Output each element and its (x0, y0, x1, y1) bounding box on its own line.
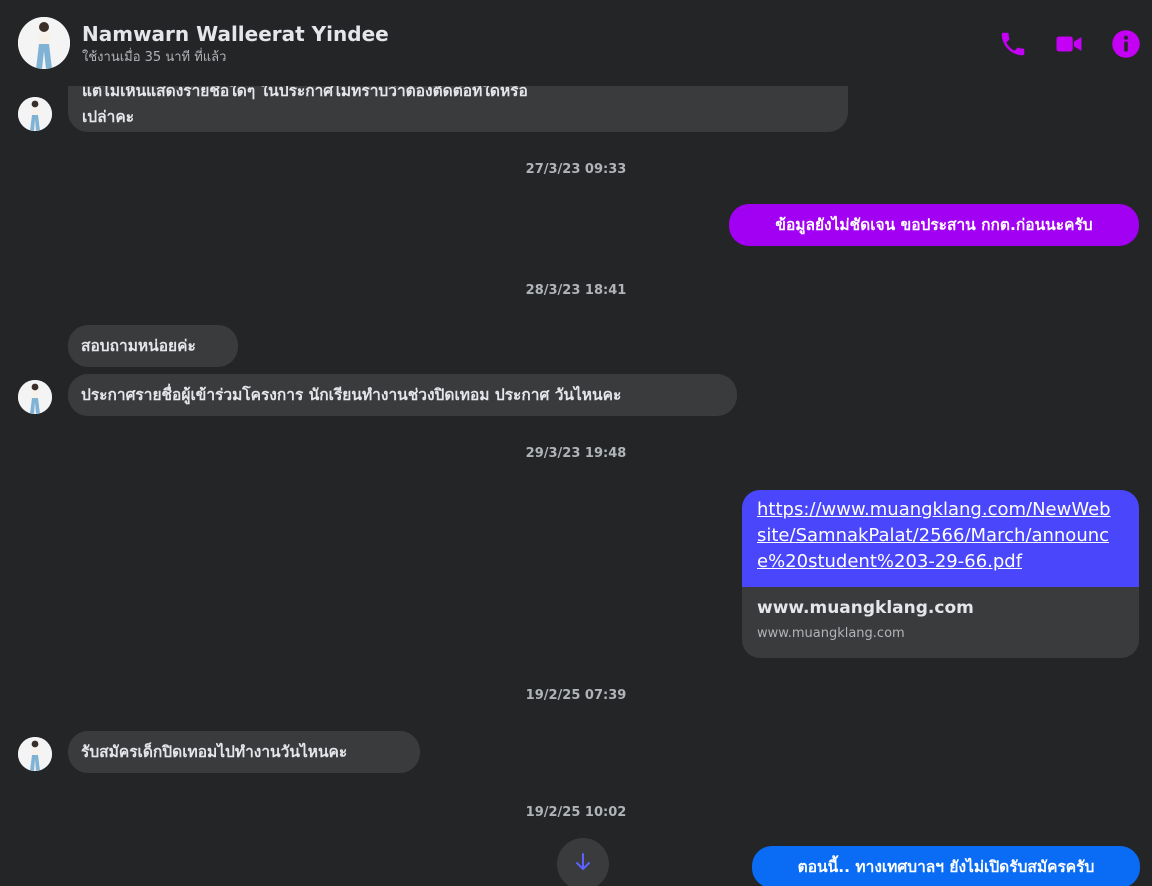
phone-icon (1001, 32, 1025, 56)
video-icon (1056, 36, 1082, 52)
contact-avatar[interactable] (18, 380, 52, 414)
message-bubble-outgoing[interactable]: ตอนนี้.. ทางเทศบาลฯ ยังไม่เปิดรับสมัครคร… (752, 846, 1140, 886)
link-url-line: site/SamnakPalat/2566/March/announc (757, 525, 1110, 546)
contact-avatar[interactable] (18, 97, 52, 131)
timestamp: 19/2/25 07:39 (525, 688, 627, 703)
message-bubble-incoming[interactable]: รับสมัครเด็กปิดเทอมไปทำงานวันไหนคะ (68, 731, 420, 773)
link-preview-card[interactable]: https://www.muangklang.com/NewWeb site/S… (742, 490, 1139, 658)
messenger-chat-window: แต่ไม่เห็นแสดงรายชื่อใดๆ ในประกาศไม่ทราบ… (0, 0, 1152, 886)
message-bubble-incoming[interactable]: สอบถามหน่อยค่ะ (68, 325, 238, 367)
link-url[interactable]: https://www.muangklang.com/NewWeb site/S… (742, 490, 1139, 587)
link-url-line: https://www.muangklang.com/NewWeb (757, 499, 1111, 520)
info-icon (1112, 30, 1140, 58)
contact-avatar-large[interactable] (18, 17, 70, 69)
contact-name[interactable]: Namwarn Walleerat Yindee (82, 22, 389, 46)
video-call-button[interactable] (1054, 29, 1084, 59)
person-avatar-icon (18, 737, 52, 771)
message-tail-text: เปล่าคะ (82, 108, 135, 126)
message-list: แต่ไม่เห็นแสดงรายชื่อใดๆ ในประกาศไม่ทราบ… (0, 0, 1152, 886)
person-avatar-icon (18, 97, 52, 131)
link-url-line: e%20student%203-29-66.pdf (757, 551, 1023, 572)
person-avatar-icon (18, 17, 70, 69)
person-avatar-icon (18, 380, 52, 414)
timestamp: 29/3/23 19:48 (525, 446, 627, 461)
arrow-down-icon (576, 853, 590, 870)
message-bubble-outgoing[interactable]: ข้อมูลยังไม่ชัดเจน ขอประสาน กกต.ก่อนนะคร… (729, 204, 1139, 246)
message-bubble-incoming[interactable]: ประกาศรายชื่อผู้เข้าร่วมโครงการ นักเรียน… (68, 374, 737, 416)
chat-header: Namwarn Walleerat Yindee ใช้งานเมื่อ 35 … (0, 0, 1152, 86)
contact-avatar[interactable] (18, 737, 52, 771)
scroll-to-bottom-button[interactable] (557, 838, 609, 886)
timestamp: 27/3/23 09:33 (525, 162, 627, 177)
call-button[interactable] (998, 29, 1028, 59)
conversation-info-button[interactable] (1111, 29, 1141, 59)
timestamp: 28/3/23 18:41 (525, 283, 627, 298)
contact-active-status: ใช้งานเมื่อ 35 นาที ที่แล้ว (82, 50, 227, 65)
link-domain-title: www.muangklang.com (757, 598, 974, 618)
timestamp: 19/2/25 10:02 (525, 805, 627, 820)
link-domain-subtitle: www.muangklang.com (757, 626, 905, 641)
